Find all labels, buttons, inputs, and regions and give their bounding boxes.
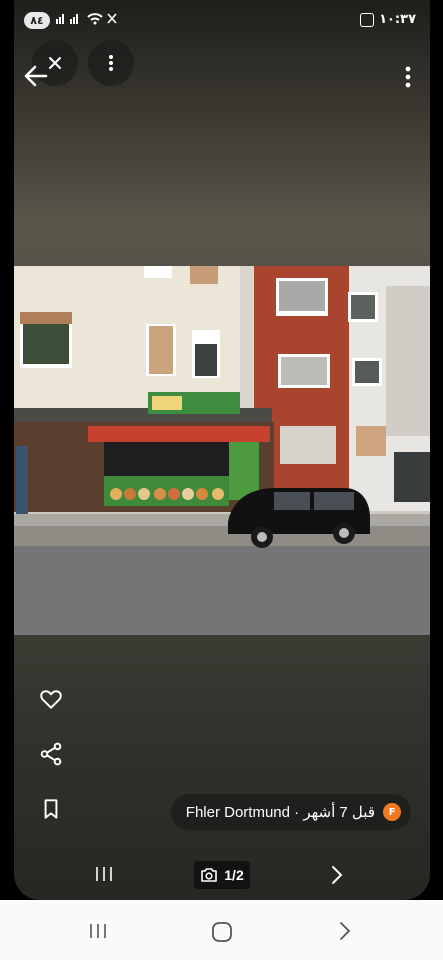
recents-icon: [96, 867, 112, 881]
arrow-left-icon: [24, 65, 48, 87]
chevron-right-icon: [332, 866, 343, 884]
camera-icon: [201, 868, 218, 882]
storefront-photo[interactable]: [14, 266, 430, 635]
location-info-pill[interactable]: Fhler Dortmund · قبل 7 أشهر F: [171, 794, 411, 830]
share-icon: [40, 742, 62, 766]
recents-nav-icon[interactable]: [94, 865, 114, 887]
bookmark-button[interactable]: [38, 796, 64, 822]
more-options-button[interactable]: [400, 64, 416, 90]
chevron-right-icon: [340, 922, 351, 940]
home-icon: [212, 922, 232, 942]
avatar: F: [383, 803, 401, 821]
time-ago: قبل 7 أشهر: [303, 804, 375, 821]
photo-image: [14, 266, 430, 635]
status-bar: ٨٤ ١٠:٣٧: [14, 0, 430, 40]
signal-icon: [56, 13, 117, 25]
back-button[interactable]: [22, 62, 50, 90]
system-navigation-bar: [0, 900, 443, 960]
options-button[interactable]: [88, 40, 134, 86]
photo-counter-button[interactable]: 1/2: [194, 861, 250, 889]
screen-record-icon: [360, 13, 374, 27]
recents-system-button[interactable]: [88, 922, 108, 944]
photo-viewer-screen: ٨٤ ١٠:٣٧ Fhler Dortmund · قبل 7 أشهر F 1…: [14, 0, 430, 900]
place-name: Fhler Dortmund: [185, 804, 290, 821]
battery-badge: ٨٤: [24, 12, 50, 29]
home-system-button[interactable]: [211, 921, 233, 947]
photo-counter: 1/2: [224, 867, 244, 883]
recents-icon: [90, 924, 106, 938]
photo-navigation-bar: 1/2: [14, 858, 430, 892]
more-vert-icon: [109, 55, 113, 71]
heart-outline-icon: [40, 690, 62, 709]
back-system-button[interactable]: [338, 920, 352, 946]
bookmark-outline-icon: [44, 799, 58, 819]
location-info-text: Fhler Dortmund · قبل 7 أشهر: [185, 804, 375, 821]
signal-wifi-icons: [54, 11, 124, 28]
like-button[interactable]: [38, 686, 64, 712]
share-button[interactable]: [38, 741, 64, 767]
more-vert-icon: [405, 66, 411, 88]
clock: ١٠:٣٧: [379, 12, 416, 27]
next-photo-button[interactable]: [330, 864, 344, 890]
